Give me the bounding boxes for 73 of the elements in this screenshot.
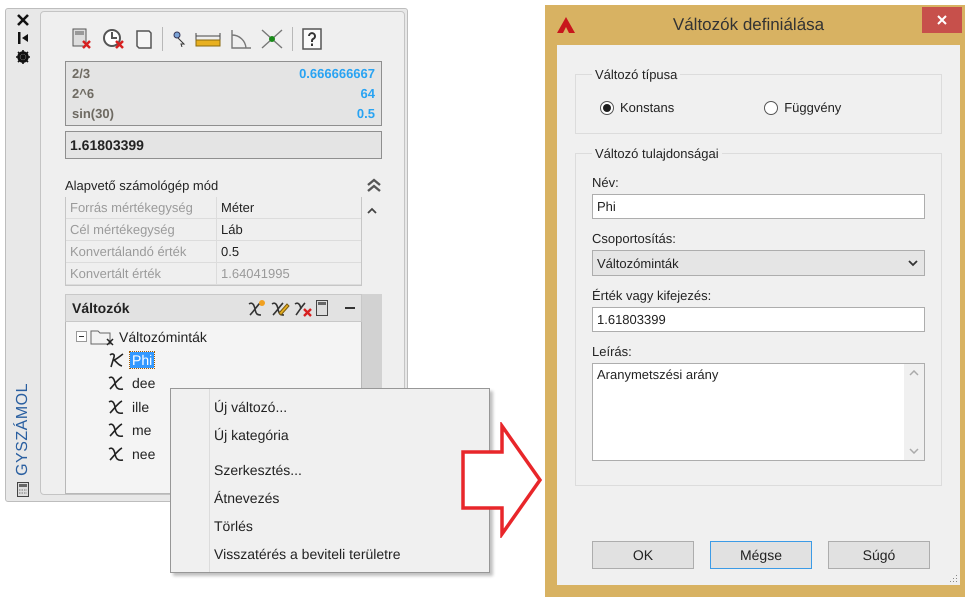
variable-icon: [106, 422, 126, 438]
description-field[interactable]: Aranymetszési arány: [592, 363, 925, 461]
minimize-icon[interactable]: [345, 306, 355, 310]
calculator-icon[interactable]: [17, 482, 29, 497]
dialog-button[interactable]: Súgó: [828, 541, 930, 569]
close-button[interactable]: [922, 7, 962, 33]
close-icon[interactable]: [17, 14, 29, 26]
field-label: Név:: [592, 175, 620, 190]
menu-item[interactable]: Új változó...: [171, 393, 288, 421]
variable-icon: [106, 375, 126, 392]
collapse-chevron-icon[interactable]: [366, 177, 382, 193]
collapse-icon[interactable]: [76, 331, 87, 342]
app-logo-icon: [557, 17, 575, 33]
intersection-icon[interactable]: [261, 29, 283, 49]
history-expression[interactable]: 2^6: [72, 86, 94, 101]
dialog-button[interactable]: OK: [592, 541, 694, 569]
group-title: Változó tulajdonságai: [594, 146, 720, 161]
menu-item[interactable]: Szerkesztés...: [171, 456, 302, 484]
radio-button[interactable]: [600, 100, 614, 114]
variables-title: Változók: [72, 300, 130, 316]
menu-item[interactable]: Visszatérés a beviteli területre: [171, 540, 400, 568]
history-expression[interactable]: 2/3: [72, 66, 90, 81]
variable-icon: [106, 398, 126, 415]
property-label: Forrás mértékegység: [66, 197, 217, 219]
dialog-button[interactable]: Mégse: [710, 541, 812, 569]
clear-calculator-icon[interactable]: [71, 28, 93, 50]
mode-title: Alapvető számológép mód: [65, 178, 218, 192]
palette-title: GYSZÁMOL: [14, 383, 32, 476]
tree-item[interactable]: Változóminták: [119, 328, 207, 344]
clear-history-icon[interactable]: [102, 28, 126, 50]
dialog-title: Változók definiálása: [672, 15, 826, 35]
menu-item[interactable]: Új kategória: [171, 421, 289, 449]
scroll-up-icon: [909, 370, 919, 376]
radio-label[interactable]: Függvény: [784, 100, 842, 115]
variable-icon: [106, 446, 126, 462]
new-variable-icon[interactable]: [247, 299, 267, 317]
input-field[interactable]: 1.61803399: [65, 131, 382, 159]
help-icon[interactable]: [302, 28, 322, 50]
pick-point-icon[interactable]: [172, 31, 186, 47]
property-label: Konvertált érték: [66, 263, 217, 285]
calculator-icon[interactable]: [316, 300, 328, 316]
field-label: Leírás:: [592, 344, 633, 359]
menu-item[interactable]: Törlés: [171, 512, 253, 540]
ruler-icon[interactable]: [195, 31, 221, 47]
radio-label[interactable]: Konstans: [620, 100, 674, 115]
radio-button[interactable]: [764, 100, 778, 114]
angle-icon[interactable]: [230, 29, 252, 49]
tree-item[interactable]: dee: [130, 375, 158, 392]
resize-grip-icon[interactable]: [948, 573, 958, 583]
property-label: Konvertálandó érték: [66, 241, 217, 263]
history-expression[interactable]: sin(30): [72, 106, 114, 121]
menu-item[interactable]: Átnevezés: [171, 484, 280, 512]
tree-item[interactable]: ille: [130, 398, 152, 415]
arrow-icon: [460, 422, 544, 538]
group-title: Változó típusa: [594, 67, 678, 82]
property-value[interactable]: Méter: [217, 197, 361, 219]
text-field[interactable]: Phi: [592, 194, 925, 219]
tree-item[interactable]: nee: [130, 446, 158, 462]
dropdown[interactable]: Változóminták: [592, 250, 925, 276]
field-label: Érték vagy kifejezés:: [592, 288, 712, 303]
scroll-down-icon: [909, 448, 919, 454]
tree-item[interactable]: me: [130, 422, 154, 438]
settings-icon[interactable]: [16, 50, 30, 64]
property-label: Cél mértékegység: [66, 219, 217, 241]
pin-icon[interactable]: [17, 32, 29, 44]
folder-icon: [90, 328, 116, 346]
field-label: Csoportosítás:: [592, 231, 677, 246]
text-field[interactable]: 1.61803399: [592, 307, 925, 332]
scroll-up-icon[interactable]: [367, 207, 377, 214]
clipboard-icon[interactable]: [135, 28, 153, 50]
property-value[interactable]: Láb: [217, 219, 361, 241]
property-value[interactable]: 0.5: [217, 241, 361, 263]
property-value: 1.64041995: [217, 263, 361, 285]
